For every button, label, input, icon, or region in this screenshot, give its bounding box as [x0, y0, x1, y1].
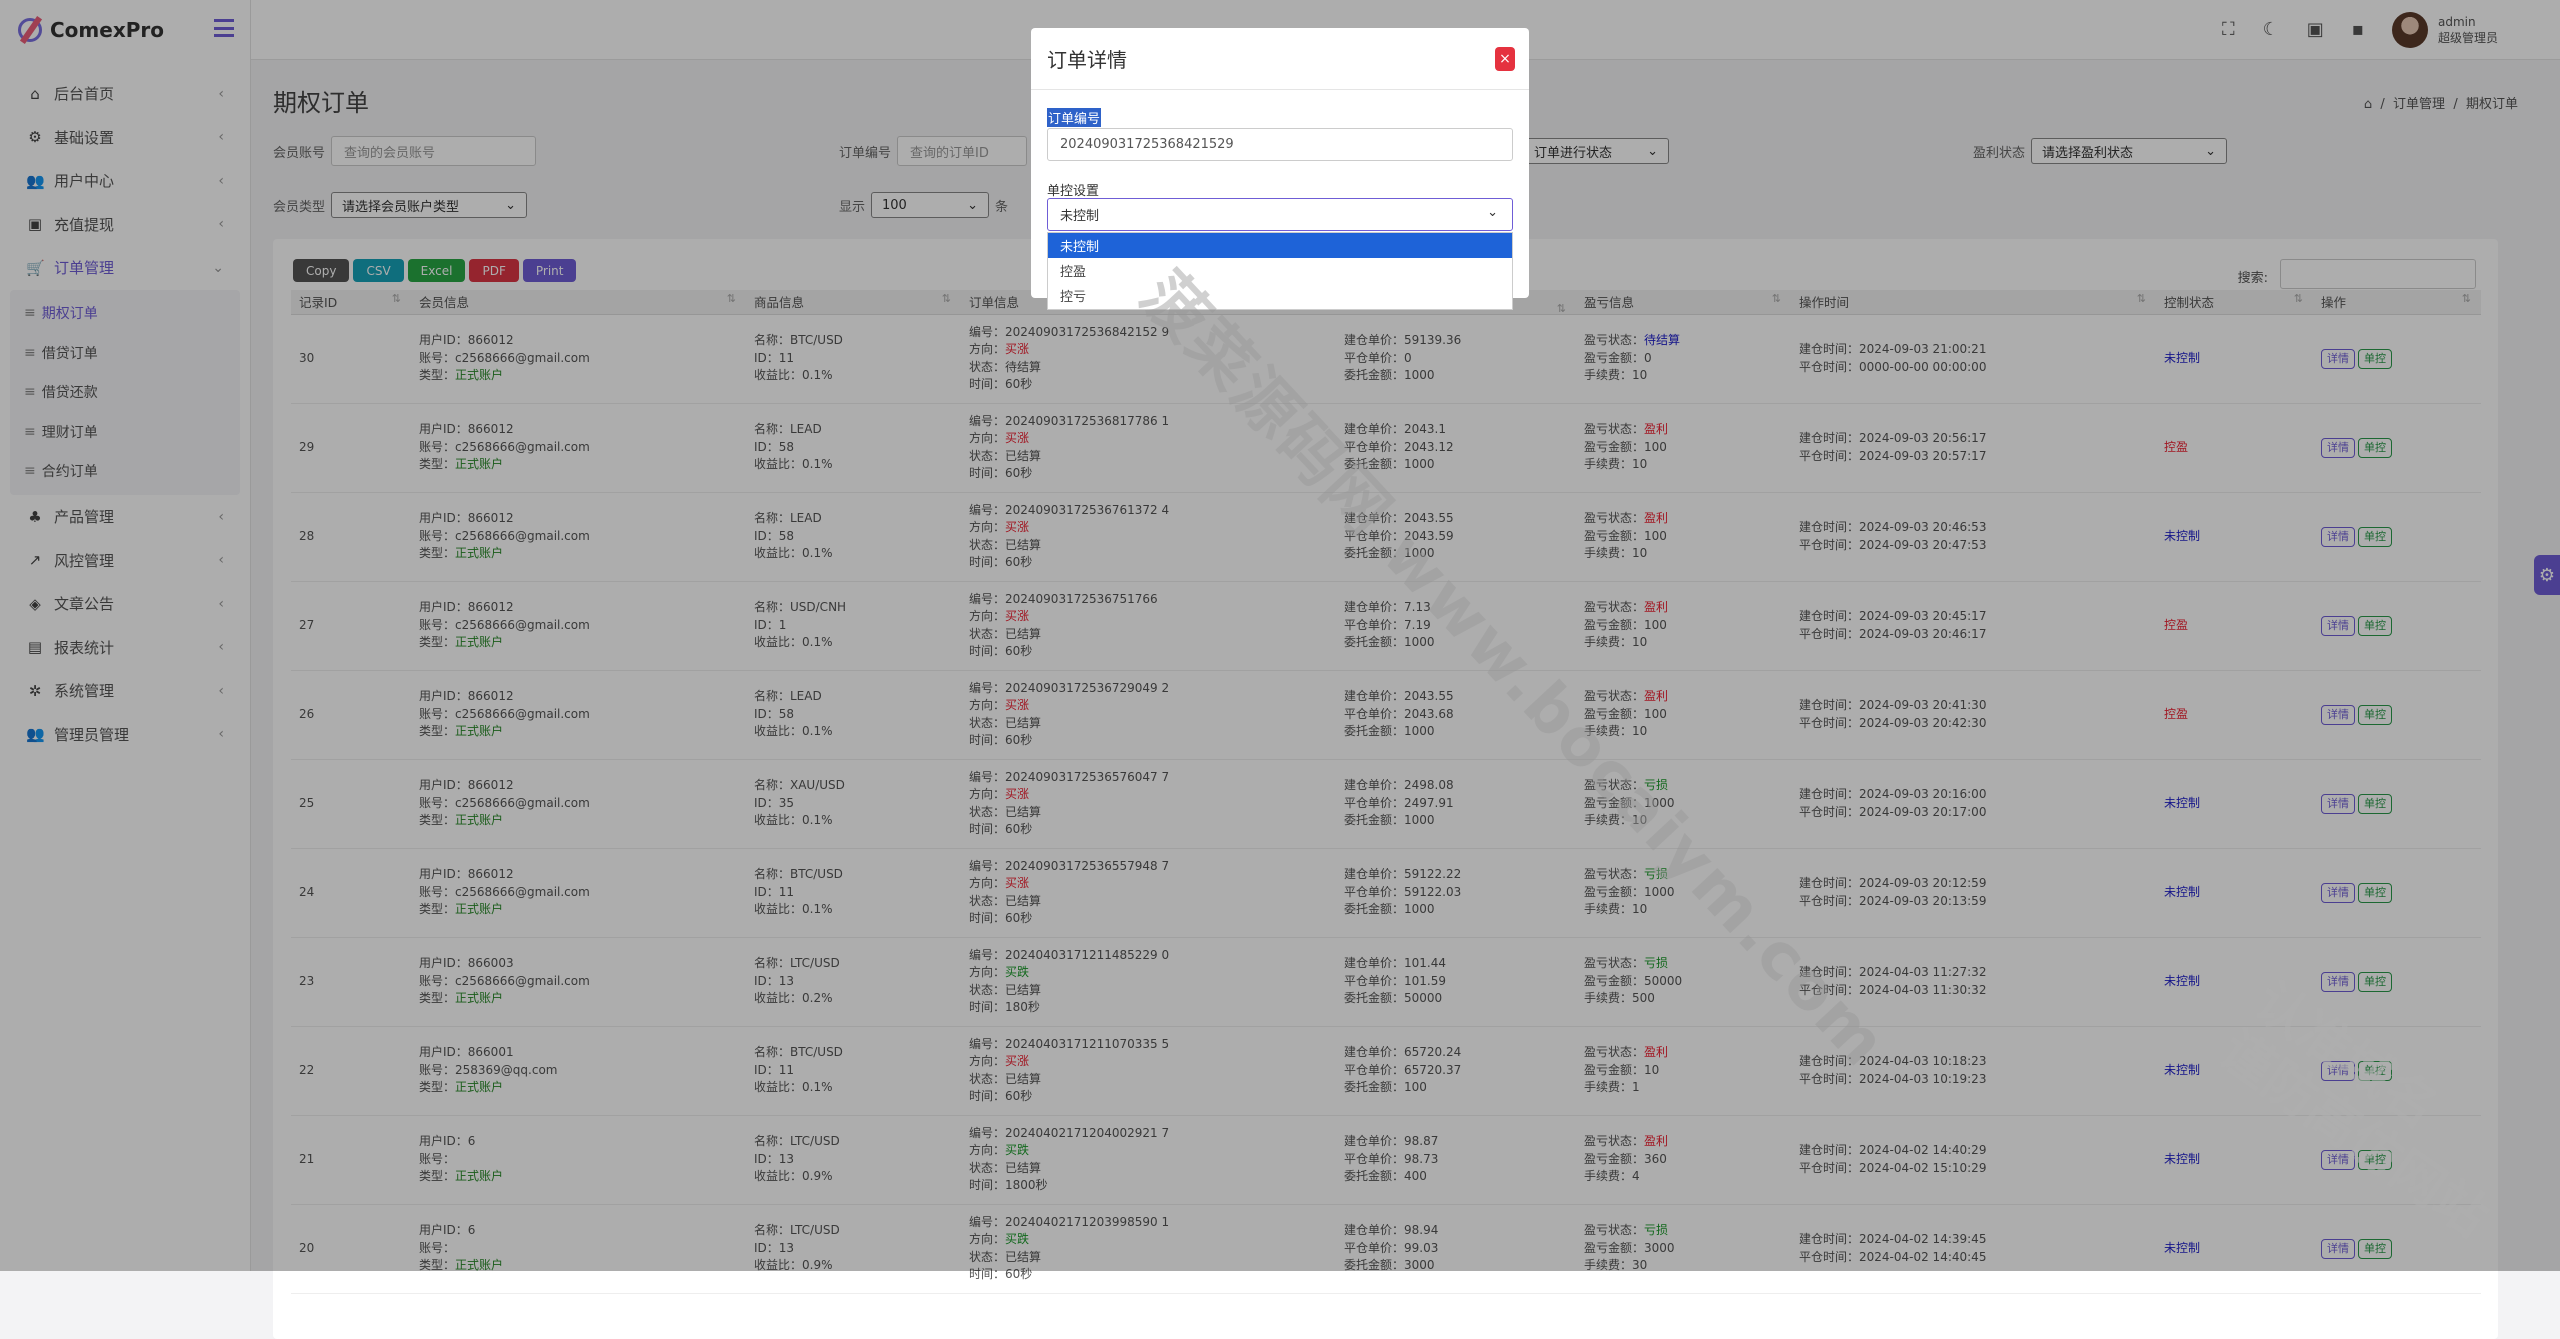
option-no-control[interactable]: 未控制 — [1048, 233, 1512, 258]
option-control-profit[interactable]: 控盈 — [1048, 258, 1512, 283]
order-no-label: 订单编号 — [1047, 108, 1101, 127]
option-control-loss[interactable]: 控亏 — [1048, 283, 1512, 308]
order-no-field[interactable]: 202409031725368421529 — [1047, 128, 1513, 161]
modal-header: 订单详情 × — [1031, 28, 1529, 90]
control-select-value: 未控制 — [1060, 205, 1099, 224]
control-setting-label: 单控设置 — [1047, 180, 1099, 199]
control-dropdown: 未控制 控盈 控亏 — [1047, 232, 1513, 310]
modal-title: 订单详情 — [1047, 44, 1127, 73]
chevron-down-icon: ⌄ — [1487, 205, 1498, 220]
close-button[interactable]: × — [1495, 47, 1515, 71]
control-select[interactable]: 未控制 ⌄ — [1047, 198, 1513, 231]
